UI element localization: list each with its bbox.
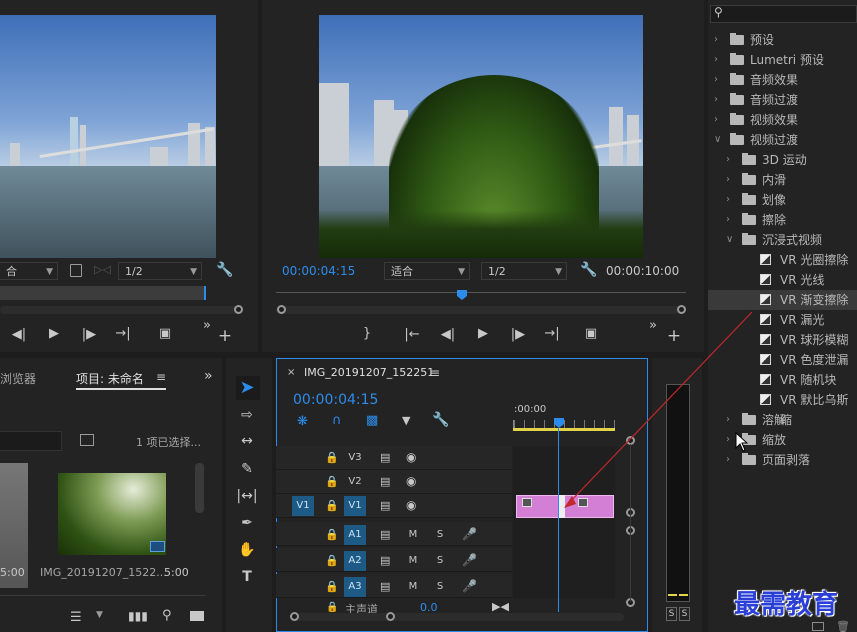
drag-line-overlay — [564, 311, 753, 508]
drag-line — [567, 311, 753, 505]
watermark-text: 最需教育 — [734, 590, 839, 620]
mouse-cursor-icon — [735, 432, 749, 452]
